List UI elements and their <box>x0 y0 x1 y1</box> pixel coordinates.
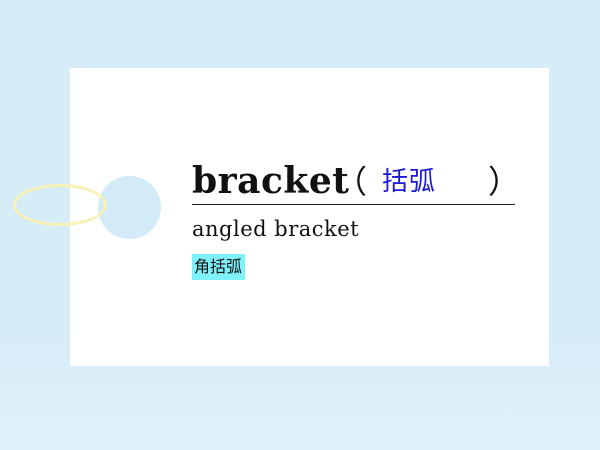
example-phrase: angled bracket <box>192 217 360 241</box>
headword-translation: 括弧 <box>382 167 437 197</box>
tag-string-loop <box>13 184 107 226</box>
example-translation: 角括弧 <box>192 254 246 280</box>
open-paren: （ <box>335 163 368 201</box>
tag-hole <box>98 176 161 239</box>
headword: bracket <box>192 160 350 202</box>
headword-row: bracket （ 括弧 ） <box>192 160 520 205</box>
close-paren: ） <box>488 163 521 201</box>
